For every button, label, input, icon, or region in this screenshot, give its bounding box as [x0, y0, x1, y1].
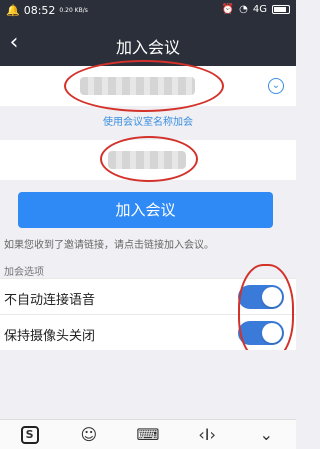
smile-icon: ☺: [80, 425, 98, 444]
history-dropdown-button[interactable]: ⌄: [268, 78, 284, 94]
display-name-field[interactable]: [0, 136, 296, 182]
chevron-down-icon: ⌄: [259, 425, 274, 444]
page-title: 加入会议: [115, 38, 180, 57]
annotation-oval: [100, 136, 198, 182]
keyboard-button[interactable]: ⌨: [134, 425, 162, 445]
invite-hint: 如果您收到了邀请链接，请点击链接加入会议。: [4, 240, 214, 251]
alarm-icon: ⏰: [221, 4, 235, 15]
annotation-oval: [64, 60, 224, 112]
status-time: 08:52: [23, 4, 56, 17]
battery-icon: [272, 5, 290, 14]
cursor-button[interactable]: ‹I›: [193, 425, 221, 445]
collapse-keyboard-button[interactable]: ⌄: [252, 425, 280, 445]
chevron-down-icon: ⌄: [271, 80, 281, 91]
keyboard-toolbar: S ☺ ⌨ ‹I› ⌄: [0, 419, 296, 449]
sogou-icon: S: [20, 425, 39, 444]
signal-label: 4G: [252, 4, 267, 15]
option-label: 保持摄像头关闭: [4, 329, 96, 344]
cursor-icon: ‹I›: [198, 425, 216, 444]
meeting-id-field[interactable]: ⌄: [0, 60, 296, 112]
keyboard-icon: ⌨: [136, 425, 160, 444]
status-bar: 🔔 08:52 0.20 KB/s ⏰ ◔ 4G: [0, 0, 296, 22]
empty-area: [0, 350, 296, 419]
options-section-title: 加会选项: [4, 267, 44, 278]
join-meeting-button[interactable]: 加入会议: [18, 192, 273, 228]
wifi-icon: ◔: [239, 4, 248, 15]
sogou-button[interactable]: S: [16, 425, 44, 445]
notification-icon: 🔔: [6, 4, 20, 17]
annotation-oval: [238, 264, 294, 362]
option-label: 不自动连接语音: [4, 293, 96, 308]
use-room-name-link[interactable]: 使用会议室名称加会: [0, 113, 296, 128]
emoji-button[interactable]: ☺: [75, 425, 103, 445]
network-speed: 0.20 KB/s: [59, 6, 88, 14]
